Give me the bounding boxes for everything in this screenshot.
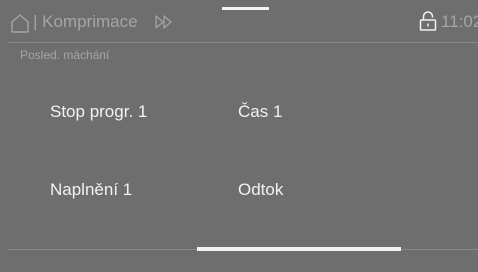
page-title: | Komprimace — [33, 12, 138, 31]
option-time[interactable]: Čas 1 — [238, 102, 282, 122]
clock-time: 11:02 — [441, 12, 478, 31]
double-forward-arrow-icon — [155, 15, 173, 29]
option-drain[interactable]: Odtok — [238, 180, 283, 200]
display-screen: | Komprimace 11:02 Posled. máchání Stop … — [0, 0, 478, 272]
unlocked-padlock-icon[interactable] — [419, 11, 437, 31]
option-stop-program[interactable]: Stop progr. 1 — [50, 102, 147, 122]
section-subtitle: Posled. máchání — [20, 48, 110, 62]
option-fill[interactable]: Naplnění 1 — [50, 180, 132, 200]
page-scroll-indicator[interactable] — [197, 247, 401, 251]
status-bar: | Komprimace 11:02 — [0, 0, 478, 42]
home-icon[interactable] — [10, 13, 30, 33]
status-bar-divider — [8, 42, 478, 43]
